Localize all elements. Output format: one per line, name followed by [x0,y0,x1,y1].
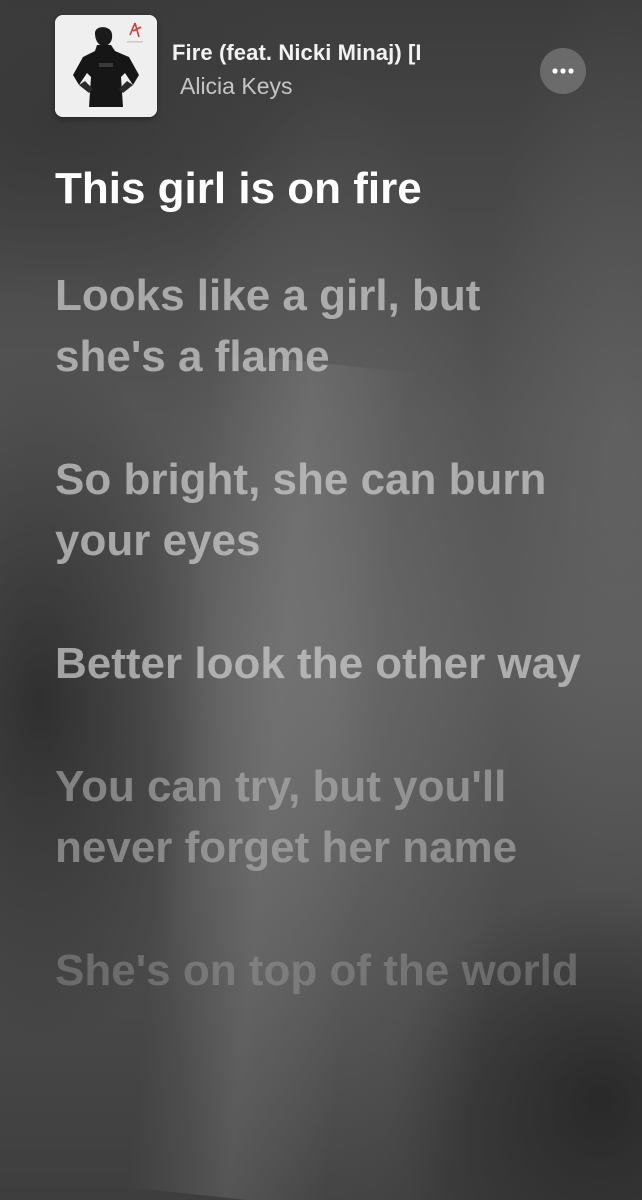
lyric-line[interactable]: Better look the other way [55,633,595,694]
lyric-line-current[interactable]: This girl is on fire [55,158,595,219]
track-title[interactable]: Fire (feat. Nicki Minaj) [I [172,40,490,66]
track-artist[interactable]: Alicia Keys [180,73,292,100]
lyrics-list: This girl is on fire Looks like a girl, … [55,158,595,1063]
lyrics-screen: Fire (feat. Nicki Minaj) [I Alicia Keys … [0,0,642,1200]
album-art[interactable] [55,15,157,117]
lyric-line[interactable]: So bright, she can burn your eyes [55,449,595,571]
album-cover-image [55,15,157,117]
lyric-line[interactable]: She's on top of the world [55,940,595,1001]
lyric-line[interactable]: You can try, but you'll never forget her… [55,756,595,878]
now-playing-header: Fire (feat. Nicki Minaj) [I Alicia Keys [0,0,642,140]
more-options-button[interactable] [540,48,586,94]
ellipsis-icon [552,68,574,74]
lyric-line[interactable]: Looks like a girl, but she's a flame [55,265,595,387]
